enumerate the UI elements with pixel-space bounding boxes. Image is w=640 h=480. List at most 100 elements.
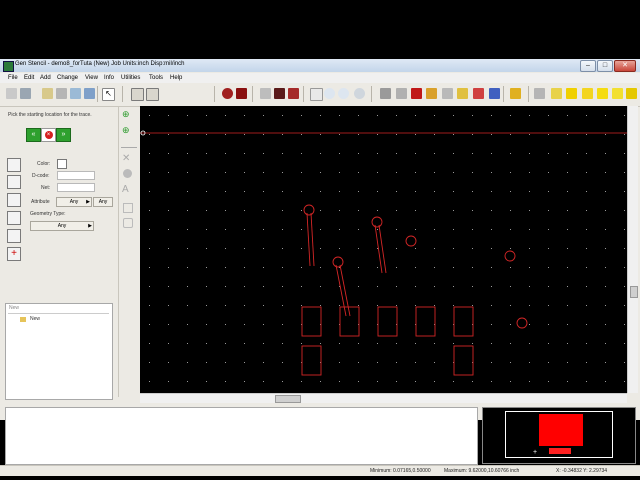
toolbar-separator xyxy=(97,86,98,102)
minimize-button[interactable]: – xyxy=(580,60,596,72)
menu-add[interactable]: Add xyxy=(40,75,51,81)
pad-icon[interactable] xyxy=(123,169,132,178)
geometry-label: Geometry Type: xyxy=(30,211,66,217)
rewind-button[interactable]: « xyxy=(26,128,41,142)
delete-icon[interactable]: ✕ xyxy=(122,153,130,164)
zoom-in-icon[interactable] xyxy=(338,88,349,99)
overview-cursor-icon: + xyxy=(533,449,538,456)
net-field[interactable] xyxy=(57,183,95,192)
chevron-right-icon: ▶ xyxy=(86,199,90,205)
dcode-label: D-code: xyxy=(32,173,50,179)
horizontal-scroll-thumb[interactable] xyxy=(275,395,301,403)
menu-utilities[interactable]: Utilities xyxy=(121,75,140,81)
vertical-scroll-thumb[interactable] xyxy=(630,286,638,298)
vertical-toolbar: ⊕ ⊕ ✕ A xyxy=(118,107,139,397)
cancel-button[interactable]: × xyxy=(41,128,56,142)
menu-info[interactable]: Info xyxy=(104,75,114,81)
toolbar-separator xyxy=(214,86,215,102)
display-layer-icon[interactable] xyxy=(222,88,233,99)
attribute-select-2[interactable]: Any xyxy=(93,197,113,207)
close-button[interactable]: ✕ xyxy=(614,60,636,72)
cancel-icon: × xyxy=(44,131,53,139)
toolbar-separator xyxy=(252,86,253,102)
graphics-canvas[interactable] xyxy=(140,106,627,393)
menu-change[interactable]: Change xyxy=(57,75,78,81)
copy-icon[interactable] xyxy=(260,88,271,99)
geometry-select[interactable]: Any ▶ xyxy=(30,221,94,231)
grid-dots xyxy=(140,106,627,393)
text-icon[interactable] xyxy=(457,88,468,99)
tree-item[interactable]: New xyxy=(30,316,40,322)
highlight-icon[interactable] xyxy=(288,88,299,99)
toolbar-separator xyxy=(503,86,504,102)
stencil-icon[interactable] xyxy=(510,88,521,99)
status-maximum: Maximum: 9.62000,10.60766 inch xyxy=(444,468,520,474)
forward-button[interactable]: » xyxy=(56,128,71,142)
move-icon[interactable] xyxy=(380,88,391,99)
arrow-icon[interactable] xyxy=(534,88,545,99)
chevron-right-icon: ▶ xyxy=(88,223,92,229)
overview-map[interactable]: + xyxy=(482,407,636,464)
prompt-text: Pick the starting location for the trace… xyxy=(8,112,92,118)
canvas-svg xyxy=(140,106,627,393)
select-window-icon[interactable] xyxy=(7,175,21,189)
step-icon[interactable] xyxy=(489,88,500,99)
features-icon[interactable] xyxy=(274,88,285,99)
grid-toggle-icon[interactable] xyxy=(131,88,144,101)
zoom-icon[interactable] xyxy=(324,88,335,99)
job-tree-panel: New New xyxy=(5,303,113,400)
preview-icon[interactable] xyxy=(70,88,81,99)
yellow-tool-6-icon[interactable] xyxy=(626,88,637,99)
snap-toggle-icon[interactable] xyxy=(146,88,159,101)
dcode-field[interactable] xyxy=(57,171,95,180)
yellow-tool-1-icon[interactable] xyxy=(551,88,562,99)
help-cursor-icon[interactable]: ↖ xyxy=(102,88,115,101)
status-coordinates: X: -0.34832 Y: 2.29734 xyxy=(556,468,608,474)
select-dashed-icon[interactable] xyxy=(7,193,21,207)
menu-view[interactable]: View xyxy=(85,75,98,81)
zoom-prev-icon[interactable]: ⊕ xyxy=(122,109,134,119)
maximize-button[interactable]: □ xyxy=(597,60,613,72)
layers-icon[interactable] xyxy=(426,88,437,99)
arc-icon[interactable] xyxy=(123,218,133,228)
menu-edit[interactable]: Edit xyxy=(24,75,34,81)
new-file-icon[interactable] xyxy=(6,88,17,99)
net-label: Net: xyxy=(41,185,51,191)
yellow-tool-3-icon[interactable] xyxy=(582,88,593,99)
overview-strip xyxy=(549,448,571,454)
menu-file[interactable]: File xyxy=(8,75,18,81)
attribute-select[interactable]: Any ▶ xyxy=(56,197,92,207)
measure-icon[interactable] xyxy=(411,88,422,99)
yellow-tool-5-icon[interactable] xyxy=(612,88,623,99)
attribute-label: Attribute xyxy=(31,199,50,205)
select-line-icon[interactable] xyxy=(7,229,21,243)
pan-icon[interactable] xyxy=(396,88,407,99)
display-all-icon[interactable] xyxy=(236,88,247,99)
yellow-tool-2-icon[interactable] xyxy=(566,88,577,99)
overview-board xyxy=(539,414,583,446)
refresh-icon[interactable] xyxy=(84,88,95,99)
status-bar: Minimum: 0.07165,0.50000 Maximum: 9.6200… xyxy=(0,465,640,476)
menu-bar: File Edit Add Change View Info Utilities… xyxy=(0,73,640,83)
zoom-next-icon[interactable]: ⊕ xyxy=(122,125,134,135)
attribute-value: Any xyxy=(69,199,79,205)
zoom-out-icon[interactable] xyxy=(354,88,365,99)
yellow-tool-4-icon[interactable] xyxy=(597,88,608,99)
text-tool-icon[interactable]: A xyxy=(122,184,129,195)
geometry-value: Any xyxy=(57,223,67,229)
vertical-scrollbar[interactable] xyxy=(627,106,638,393)
save-icon[interactable] xyxy=(20,88,31,99)
color-swatch[interactable] xyxy=(57,159,67,169)
netlist-icon[interactable] xyxy=(442,88,453,99)
horizontal-scrollbar[interactable] xyxy=(140,393,627,403)
select-feature-icon[interactable] xyxy=(7,158,21,172)
select-inside-icon[interactable] xyxy=(7,211,21,225)
print-icon[interactable] xyxy=(56,88,67,99)
colors-icon[interactable] xyxy=(473,88,484,99)
crosshair-icon[interactable]: + xyxy=(7,247,21,261)
menu-help[interactable]: Help xyxy=(170,75,182,81)
menu-tools[interactable]: Tools xyxy=(149,75,163,81)
surface-icon[interactable] xyxy=(123,203,133,213)
open-icon[interactable] xyxy=(42,88,53,99)
zoom-home-icon[interactable] xyxy=(310,88,323,101)
